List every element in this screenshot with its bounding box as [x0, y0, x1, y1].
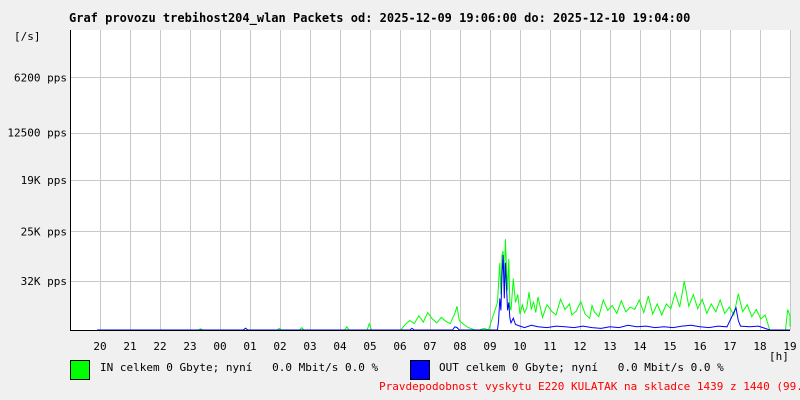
x-unit-label: [h]: [769, 350, 789, 363]
x-tick-label: 08: [453, 340, 466, 353]
graph-page: { "title": "Graf provozu trebihost204_wl…: [0, 0, 800, 400]
y-unit-label: [/s]: [14, 30, 41, 43]
footer-probability-text: Pravdepodobnost vyskytu E220 KULATAK na …: [379, 380, 800, 393]
y-tick-labels: 32K pps 25K pps 19K pps 12500 pps 6200 pps: [7, 71, 67, 288]
y-tick-label: 6200 pps: [14, 71, 67, 84]
x-tick-label: 18: [753, 340, 766, 353]
x-tick-label: 06: [393, 340, 406, 353]
x-tick-label: 05: [363, 340, 376, 353]
x-tick-label: 11: [543, 340, 556, 353]
x-tick-label: 15: [663, 340, 676, 353]
x-tick-label: 22: [153, 340, 166, 353]
in-legend-swatch: [70, 360, 90, 380]
y-tick-label: 25K pps: [21, 225, 67, 238]
x-tick-label: 16: [693, 340, 706, 353]
x-tick-label: 14: [633, 340, 647, 353]
x-tick-label: 00: [213, 340, 226, 353]
x-tick-label: 20: [93, 340, 106, 353]
x-tick-label: 07: [423, 340, 436, 353]
x-tick-label: 03: [303, 340, 316, 353]
y-tick-label: 19K pps: [21, 174, 67, 187]
x-tick-labels: 20 21 22 23 00 01 02 03 04 05 06 07 08 09 10 11 12 13 14 15…: [93, 340, 796, 353]
x-tick-label: 04: [333, 340, 347, 353]
x-tick-label: 12: [573, 340, 586, 353]
in-legend-label: IN celkem 0 Gbyte; nyní 0.0 Mbit/s 0.0 %: [100, 361, 379, 374]
y-tick-label: 32K pps: [21, 275, 67, 288]
y-tick-label: 12500 pps: [7, 127, 67, 140]
x-tick-label: 10: [513, 340, 526, 353]
out-legend-swatch: [410, 360, 430, 380]
x-tick-label: 21: [123, 340, 136, 353]
x-tick-label: 17: [723, 340, 736, 353]
x-tick-label: 13: [603, 340, 616, 353]
out-legend-label: OUT celkem 0 Gbyte; nyní 0.0 Mbit/s 0.0 …: [439, 361, 724, 374]
x-tick-label: 23: [183, 340, 196, 353]
x-tick-label: 01: [243, 340, 256, 353]
traffic-chart: [/s] 32K pps 25K pps 19K pps 12500 pps 6200 …: [7, 30, 797, 363]
x-tick-label: 02: [273, 340, 286, 353]
x-tick-label: 09: [483, 340, 496, 353]
